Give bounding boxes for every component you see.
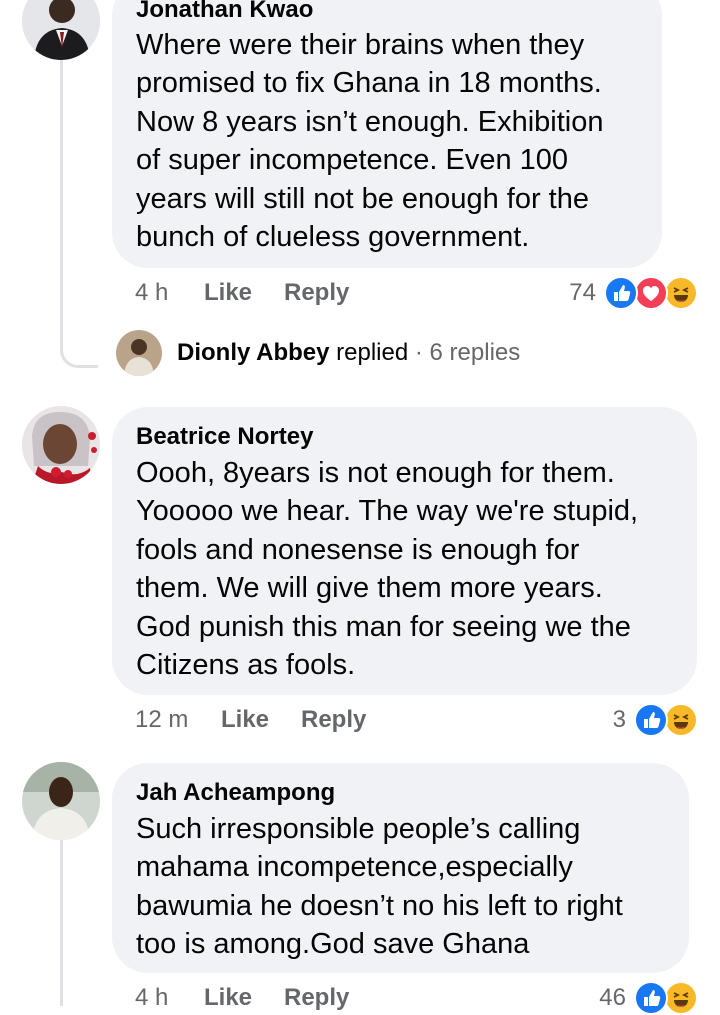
avatar[interactable] bbox=[22, 406, 100, 484]
comment-time[interactable]: 12 m bbox=[135, 706, 188, 734]
reply-button[interactable]: Reply bbox=[284, 279, 349, 307]
comment-text: Such irresponsible people’s calling maha… bbox=[136, 813, 623, 961]
reply-action: replied bbox=[336, 339, 409, 366]
comment-bubble: Beatrice Nortey Oooh, 8years is not enou… bbox=[112, 407, 697, 695]
avatar[interactable] bbox=[22, 762, 100, 840]
comment-time[interactable]: 4 h bbox=[135, 279, 168, 307]
comment-bubble: Jonathan Kwao Where were their brains wh… bbox=[112, 0, 662, 268]
like-button[interactable]: Like bbox=[204, 279, 252, 307]
thread-line bbox=[60, 50, 63, 340]
reply-summary[interactable]: Dionly Abbey replied · 6 replies bbox=[177, 339, 520, 367]
comment-bubble: Jah Acheampong Such irresponsible people… bbox=[112, 763, 689, 973]
comment-author[interactable]: Jah Acheampong bbox=[136, 779, 335, 807]
like-icon[interactable] bbox=[634, 981, 668, 1015]
like-button[interactable]: Like bbox=[204, 984, 252, 1012]
reply-author[interactable]: Dionly Abbey bbox=[177, 339, 329, 366]
haha-icon[interactable] bbox=[664, 276, 698, 310]
like-icon[interactable] bbox=[634, 703, 668, 737]
thread-line bbox=[60, 836, 63, 1006]
haha-icon[interactable] bbox=[664, 981, 698, 1015]
comment-time[interactable]: 4 h bbox=[135, 984, 168, 1012]
comment-text: Oooh, 8years is not enough for them. Yoo… bbox=[136, 457, 639, 682]
reply-button[interactable]: Reply bbox=[284, 984, 349, 1012]
comment-author[interactable]: Jonathan Kwao bbox=[136, 0, 313, 24]
reaction-count[interactable]: 3 bbox=[580, 706, 626, 734]
reaction-count[interactable]: 74 bbox=[540, 279, 596, 307]
reply-count[interactable]: 6 replies bbox=[430, 339, 521, 366]
avatar[interactable] bbox=[22, 0, 100, 60]
reaction-count[interactable]: 46 bbox=[580, 984, 626, 1012]
reply-avatar[interactable] bbox=[116, 330, 162, 376]
haha-icon[interactable] bbox=[664, 703, 698, 737]
reply-separator: · bbox=[414, 339, 423, 366]
like-button[interactable]: Like bbox=[221, 706, 269, 734]
thread-curve bbox=[60, 340, 98, 368]
comment-author[interactable]: Beatrice Nortey bbox=[136, 423, 313, 451]
comment-text: Where were their brains when they promis… bbox=[136, 29, 604, 254]
love-icon[interactable] bbox=[634, 276, 668, 310]
reply-button[interactable]: Reply bbox=[301, 706, 366, 734]
like-icon[interactable] bbox=[604, 276, 638, 310]
